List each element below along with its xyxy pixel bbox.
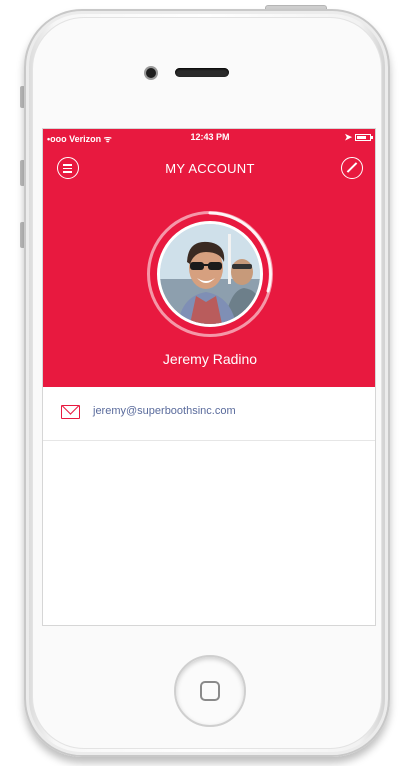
location-icon: ➤ [344, 132, 352, 142]
home-square-icon [200, 681, 220, 701]
profile-header: •ooo Verizon ᯤ 12:43 PM ➤ MY ACCOUNT Jer… [43, 129, 375, 387]
nav-bar: MY ACCOUNT [43, 153, 375, 183]
status-time: 12:43 PM [190, 132, 230, 142]
edit-pencil-icon[interactable] [341, 157, 363, 179]
avatar-photo [160, 224, 260, 324]
user-name: Jeremy Radino [162, 351, 258, 367]
battery-icon [355, 134, 373, 141]
stage: •ooo Verizon ᯤ 12:43 PM ➤ MY ACCOUNT Jer… [0, 0, 400, 766]
page-title: MY ACCOUNT [165, 161, 255, 176]
email-row[interactable]: jeremy@superboothsinc.com [43, 387, 375, 441]
front-camera-icon [146, 68, 156, 78]
home-button[interactable] [174, 655, 246, 727]
email-address: jeremy@superboothsinc.com [93, 405, 236, 417]
status-indicators: ➤ [344, 132, 373, 143]
app-screen: •ooo Verizon ᯤ 12:43 PM ➤ MY ACCOUNT Jer… [42, 128, 376, 626]
status-bar: •ooo Verizon ᯤ 12:43 PM ➤ [43, 129, 375, 145]
mail-icon [61, 405, 80, 419]
avatar[interactable] [157, 221, 263, 327]
earpiece-speaker [175, 68, 229, 77]
